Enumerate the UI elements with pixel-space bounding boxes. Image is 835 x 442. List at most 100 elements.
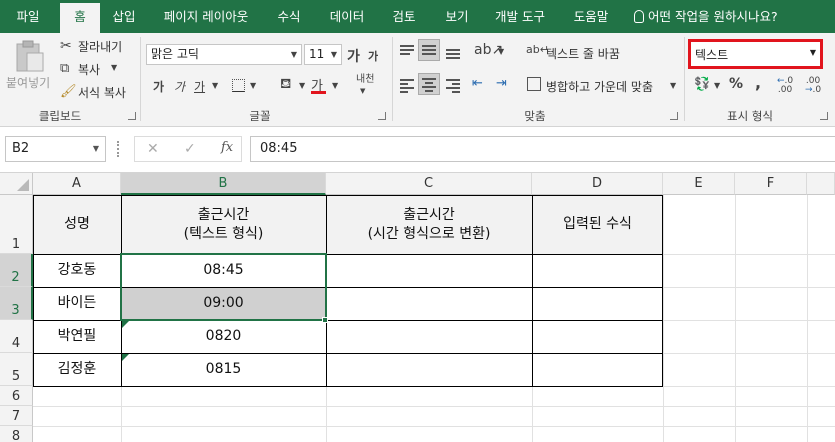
number-launcher-icon[interactable]: [820, 112, 828, 120]
tab-page-layout[interactable]: 페이지 레이아웃: [150, 0, 262, 33]
font-launcher-icon[interactable]: [378, 112, 386, 120]
number-format-select[interactable]: 텍스트 ▼: [688, 39, 823, 69]
align-left-icon[interactable]: [400, 79, 414, 93]
decrease-decimal-button[interactable]: .00 →.0: [805, 77, 821, 95]
column-header-g[interactable]: [807, 173, 835, 195]
font-name-select[interactable]: 맑은 고딕 ▼: [146, 44, 302, 65]
cell-d4[interactable]: [532, 320, 663, 353]
cell-c4[interactable]: [326, 320, 532, 353]
cell-a4[interactable]: 박연필: [33, 320, 121, 353]
cell-d2[interactable]: [532, 254, 663, 287]
select-all-button[interactable]: [0, 173, 33, 195]
tab-file[interactable]: 파일: [0, 0, 56, 33]
column-header-f[interactable]: F: [735, 173, 807, 195]
cell-d3[interactable]: [532, 287, 663, 320]
font-group-label: 글꼴: [249, 109, 271, 123]
column-header-e[interactable]: E: [663, 173, 735, 195]
chevron-down-icon[interactable]: ▼: [299, 81, 305, 90]
cell-d5[interactable]: [532, 353, 663, 386]
italic-button[interactable]: 가: [174, 78, 185, 95]
name-box[interactable]: B2 ▼: [5, 136, 106, 162]
column-header-b[interactable]: B: [121, 173, 326, 195]
shrink-font-button[interactable]: 가: [368, 48, 378, 64]
clipboard-launcher-icon[interactable]: [128, 112, 136, 120]
chevron-down-icon[interactable]: ▼: [670, 81, 676, 90]
cell-c5[interactable]: [326, 353, 532, 386]
row-header-6[interactable]: 6: [0, 386, 33, 406]
tab-review[interactable]: 검토: [383, 0, 425, 33]
percent-button[interactable]: %: [729, 76, 743, 92]
font-size-select[interactable]: 11 ▼: [304, 44, 342, 65]
row-header-3[interactable]: 3: [0, 287, 33, 320]
tab-insert[interactable]: 삽입: [103, 0, 145, 33]
cell-a2[interactable]: 강호동: [33, 254, 121, 287]
tab-help[interactable]: 도움말: [566, 0, 616, 33]
increase-indent-icon[interactable]: ⇥: [496, 76, 507, 91]
enter-check-icon[interactable]: ✓: [184, 141, 196, 157]
cell-a1[interactable]: 성명: [33, 195, 121, 254]
cell-b4[interactable]: 0820: [121, 320, 326, 353]
comma-button[interactable]: ,: [755, 73, 761, 92]
cell-a5[interactable]: 김정훈: [33, 353, 121, 386]
row-header-7[interactable]: 7: [0, 406, 33, 426]
copy-button[interactable]: 복사: [78, 61, 100, 78]
error-indicator-icon[interactable]: [122, 321, 129, 328]
wrap-text-button[interactable]: 텍스트 줄 바꿈: [546, 45, 620, 62]
chevron-down-icon[interactable]: ▼: [360, 87, 365, 95]
merge-center-button[interactable]: 병합하고 가운데 맞춤: [546, 78, 653, 95]
worksheet-grid[interactable]: A B C D E F 1 2 3 4 5 6 7 8 성명 출근시간 (텍스트…: [0, 173, 835, 442]
bold-button[interactable]: 가: [153, 78, 164, 95]
chevron-down-icon[interactable]: ▼: [498, 47, 504, 56]
format-painter-button[interactable]: 서식 복사: [78, 84, 126, 101]
align-top-icon[interactable]: [400, 45, 414, 55]
cut-button[interactable]: 잘라내기: [78, 38, 122, 55]
align-middle-icon[interactable]: [418, 39, 440, 61]
grow-font-button[interactable]: 가: [347, 46, 360, 66]
chevron-down-icon[interactable]: ▼: [714, 81, 720, 90]
row-header-1[interactable]: 1: [0, 195, 33, 254]
column-header-c[interactable]: C: [326, 173, 532, 195]
borders-icon[interactable]: [232, 79, 245, 92]
error-indicator-icon[interactable]: [122, 354, 129, 361]
cell-c1[interactable]: 출근시간 (시간 형식으로 변환): [326, 195, 532, 254]
column-header-d[interactable]: D: [532, 173, 663, 195]
cell-c3[interactable]: [326, 287, 532, 320]
align-bottom-icon[interactable]: [446, 49, 460, 59]
cell-b5[interactable]: 0815: [121, 353, 326, 386]
underline-button[interactable]: 가: [194, 78, 205, 95]
chevron-down-icon[interactable]: ▼: [250, 81, 256, 90]
tab-home[interactable]: 홈: [60, 3, 100, 33]
cancel-icon[interactable]: ✕: [147, 141, 159, 157]
cell-c2[interactable]: [326, 254, 532, 287]
tab-view[interactable]: 보기: [436, 0, 478, 33]
row-header-4[interactable]: 4: [0, 320, 33, 353]
align-right-icon[interactable]: [446, 79, 460, 93]
format-painter-icon: 🖌: [60, 84, 77, 99]
column-header-a[interactable]: A: [33, 173, 121, 195]
chevron-down-icon[interactable]: ▼: [332, 81, 338, 90]
chevron-down-icon[interactable]: ▼: [212, 81, 218, 90]
alignment-launcher-icon[interactable]: [670, 112, 678, 120]
fill-handle[interactable]: [322, 317, 328, 323]
tab-developer[interactable]: 개발 도구: [487, 0, 553, 33]
insert-function-button[interactable]: fx: [221, 140, 233, 155]
paste-button[interactable]: 붙여넣기: [4, 37, 52, 105]
phonetic-button[interactable]: 내천: [356, 75, 374, 85]
formula-bar-splitter[interactable]: [117, 141, 121, 157]
cell-b1[interactable]: 출근시간 (텍스트 형식): [121, 195, 326, 254]
chevron-down-icon[interactable]: ▼: [111, 63, 117, 72]
currency-icon[interactable]: 💱: [694, 77, 710, 92]
align-center-icon[interactable]: [418, 73, 440, 95]
tab-formulas[interactable]: 수식: [268, 0, 310, 33]
decrease-indent-icon[interactable]: ⇤: [472, 76, 483, 91]
row-header-5[interactable]: 5: [0, 353, 33, 386]
tell-me-search[interactable]: 어떤 작업을 원하시나요?: [634, 0, 778, 33]
tab-data[interactable]: 데이터: [322, 0, 372, 33]
formula-input[interactable]: 08:45: [250, 136, 835, 162]
cell-d1[interactable]: 입력된 수식: [532, 195, 663, 254]
cell-a3[interactable]: 바이든: [33, 287, 121, 320]
fill-color-icon[interactable]: ⛾: [280, 76, 291, 94]
increase-decimal-button[interactable]: ←.0.00: [777, 77, 793, 95]
row-header-8[interactable]: 8: [0, 426, 33, 442]
row-header-2[interactable]: 2: [0, 254, 33, 287]
